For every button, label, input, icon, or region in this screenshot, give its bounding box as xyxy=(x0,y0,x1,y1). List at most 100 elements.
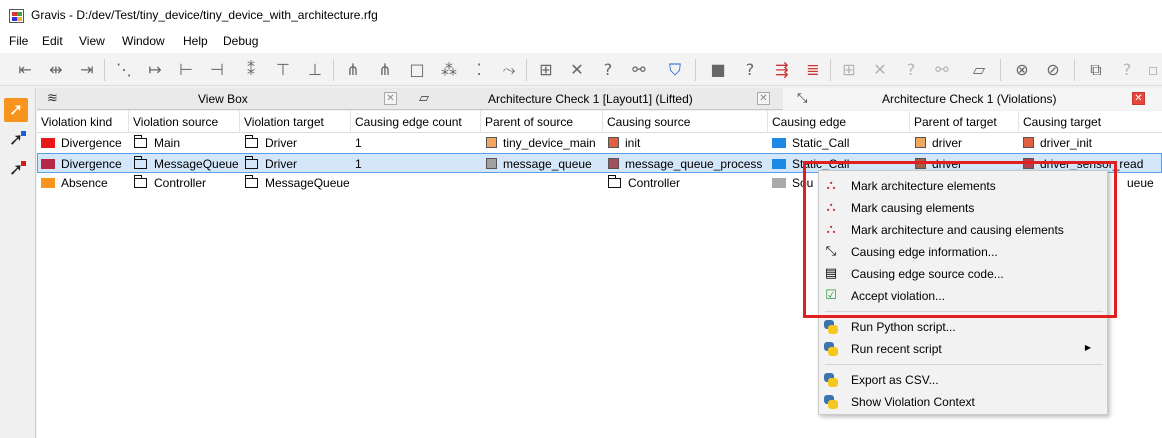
table-row[interactable]: Divergence Main Driver 1 tiny_device_mai… xyxy=(37,133,1162,153)
window-title: Gravis - D:/dev/Test/tiny_device/tiny_de… xyxy=(31,8,378,22)
violation-target-cell: Driver xyxy=(245,133,351,153)
violation-arrows-icon: ⤡ xyxy=(797,91,808,106)
grid-nodes-icon[interactable]: ⊞ xyxy=(535,59,557,81)
column-header-violation-source[interactable]: Violation source xyxy=(129,111,240,133)
menu-file[interactable]: File xyxy=(9,34,28,48)
column-header-causing-source[interactable]: Causing source xyxy=(603,111,768,133)
kind-color-swatch xyxy=(41,159,55,169)
layout-hier2-icon[interactable]: ⊥ xyxy=(304,59,326,81)
routine-color-icon xyxy=(608,158,619,169)
close-icon[interactable]: ✕ xyxy=(1132,92,1145,105)
tab-architecture-lifted[interactable]: ▱ Architecture Check 1 [Layout1] (Lifted… xyxy=(409,88,781,110)
menu-item-show-context[interactable]: Show Violation Context xyxy=(819,391,1107,413)
tab-view-box[interactable]: ≋ View Box ✕ xyxy=(37,88,407,110)
folder-icon xyxy=(134,175,147,188)
align-center-icon[interactable]: ⇹ xyxy=(45,59,67,81)
violation-kind-cell: Divergence xyxy=(41,154,129,174)
causing-source-cell: message_queue_process xyxy=(608,154,768,174)
hierarchy-expand-icon[interactable]: ⋔ xyxy=(374,59,396,81)
title-bar: Gravis - D:/dev/Test/tiny_device/tiny_de… xyxy=(0,0,1162,31)
folder-icon xyxy=(608,175,621,188)
causing-source-cell: init xyxy=(608,133,768,153)
filter-icon[interactable]: ⛉ xyxy=(664,59,686,81)
column-header-parent-of-source[interactable]: Parent of source xyxy=(481,111,603,133)
select-red-pointer-icon[interactable]: ➚ xyxy=(4,158,28,182)
nodes-link-icon[interactable]: ⚯ xyxy=(628,59,650,81)
column-header-violation-kind[interactable]: Violation kind xyxy=(37,111,129,133)
python-icon xyxy=(823,341,839,357)
mark-all-icon[interactable]: ≣ xyxy=(802,59,824,81)
select-blue-pointer-icon[interactable]: ➚ xyxy=(4,128,28,152)
nodes-stack-icon[interactable]: ⧉ xyxy=(1085,59,1107,81)
query-disabled-icon: ? xyxy=(1122,60,1132,79)
menu-window[interactable]: Window xyxy=(122,34,165,48)
menu-edit[interactable]: Edit xyxy=(42,34,63,48)
violation-kind-cell: Absence xyxy=(41,173,129,193)
tab-label: View Box xyxy=(198,92,248,106)
tab-architecture-violations[interactable]: ⤡ Architecture Check 1 (Violations) ✕ xyxy=(783,88,1162,110)
file-color-icon xyxy=(486,158,497,169)
select-pointer-icon[interactable]: ➚ xyxy=(4,98,28,122)
toolbar-separator xyxy=(104,59,105,81)
mark-edges-icon[interactable]: ⇶ xyxy=(771,59,793,81)
toolbar: ⇤ ⇹ ⇥ ⋱ ↦ ⊢ ⊣ ⁑ ⊤ ⊥ ⋔ ⋔ □ ⁂ ⁚ ⤳ ⊞ ✕ ? ⚯ … xyxy=(0,53,1162,86)
remove-edge-icon[interactable]: ⊘ xyxy=(1042,59,1064,81)
tab-label: Architecture Check 1 [Layout1] (Lifted) xyxy=(488,92,693,106)
remove-node-icon[interactable]: ⊗ xyxy=(1011,59,1033,81)
layout-star-icon[interactable]: ⁑ xyxy=(240,59,262,81)
parallelogram-icon[interactable]: ▱ xyxy=(968,59,990,81)
routine-color-icon xyxy=(1023,137,1034,148)
causing-edge-cell: Static_Call xyxy=(772,133,910,153)
layout-branch-icon[interactable]: ⊢ xyxy=(175,59,197,81)
node-icon[interactable]: ■ xyxy=(707,59,729,81)
toolbar-separator xyxy=(1074,59,1075,81)
tools-cross-icon[interactable]: ✕ xyxy=(566,59,588,81)
node-square-icon[interactable]: □ xyxy=(406,59,428,81)
python-icon xyxy=(823,319,839,335)
violation-target-cell: MessageQueue xyxy=(245,173,351,193)
edge-mark-icon[interactable]: ⤳ xyxy=(498,59,520,81)
column-header-causing-edge-count[interactable]: Causing edge count xyxy=(351,111,481,133)
align-left-icon[interactable]: ⇤ xyxy=(14,59,36,81)
causing-edge-count-cell: 1 xyxy=(355,136,362,150)
layout-tree-icon[interactable]: ⋱ xyxy=(113,59,135,81)
highlight-annotation xyxy=(803,161,1117,318)
align-right-icon[interactable]: ⇥ xyxy=(76,59,98,81)
tab-label: Architecture Check 1 (Violations) xyxy=(882,92,1057,106)
nodes-blue-icon[interactable]: ⁚ xyxy=(468,59,490,81)
toolbar-separator xyxy=(526,59,527,81)
violation-source-cell: Main xyxy=(134,133,240,153)
hierarchy-icon[interactable]: ⋔ xyxy=(342,59,364,81)
edge-color-swatch xyxy=(772,178,786,188)
file-color-icon xyxy=(486,137,497,148)
edge-color-swatch xyxy=(772,159,786,169)
menu-item-run-python[interactable]: Run Python script... xyxy=(819,316,1107,338)
python-icon xyxy=(823,394,839,410)
layout-hier-icon[interactable]: ⊤ xyxy=(272,59,294,81)
python-icon xyxy=(823,372,839,388)
causing-target-cell: driver_init xyxy=(1023,133,1162,153)
unknown-icon[interactable]: ? xyxy=(597,59,619,81)
menu-help[interactable]: Help xyxy=(183,34,208,48)
folder-icon xyxy=(245,135,258,148)
menu-debug[interactable]: Debug xyxy=(223,34,258,48)
close-icon[interactable]: ✕ xyxy=(384,92,397,105)
column-header-causing-edge[interactable]: Causing edge xyxy=(768,111,910,133)
query-red-icon[interactable]: ? xyxy=(739,59,761,81)
menu-view[interactable]: View xyxy=(79,34,105,48)
menu-bar: File Edit View Window Help Debug xyxy=(0,31,1162,53)
menu-item-run-recent[interactable]: Run recent script ▶ xyxy=(819,338,1107,360)
column-header-violation-target[interactable]: Violation target xyxy=(240,111,351,133)
close-icon[interactable]: ✕ xyxy=(757,92,770,105)
violation-target-cell: Driver xyxy=(245,154,351,174)
causing-source-cell: Controller xyxy=(608,173,768,193)
grid-nodes-disabled-icon: ⊞ xyxy=(842,60,856,79)
column-header-parent-of-target[interactable]: Parent of target xyxy=(910,111,1019,133)
gravis-app-icon xyxy=(9,9,24,23)
graph-icon[interactable]: ⁂ xyxy=(438,59,460,81)
layout-merge-icon[interactable]: ⊣ xyxy=(206,59,228,81)
menu-item-export-csv[interactable]: Export as CSV... xyxy=(819,369,1107,391)
column-header-causing-target[interactable]: Causing target xyxy=(1019,111,1162,133)
layout-flow-icon[interactable]: ↦ xyxy=(144,59,166,81)
submenu-arrow-icon: ▶ xyxy=(1084,343,1091,352)
